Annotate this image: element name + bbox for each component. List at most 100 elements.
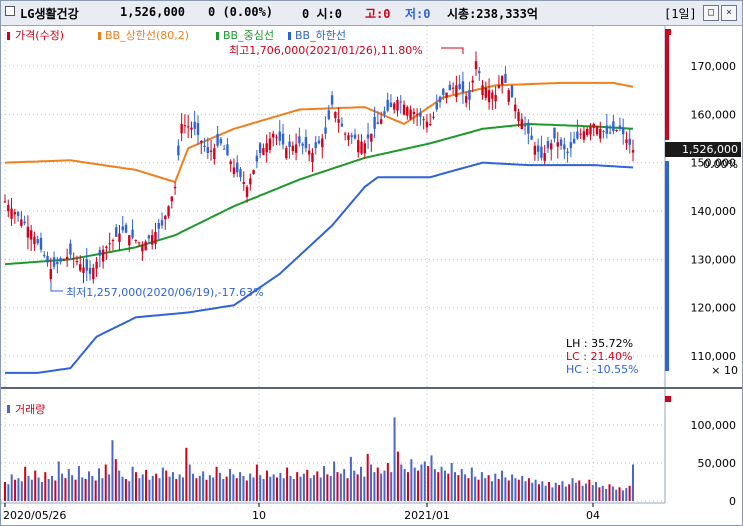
volume-bar [259, 475, 262, 501]
candle-body [566, 151, 569, 153]
candle-body [39, 237, 43, 250]
legend-upper: BB_상한선(80,2) [105, 29, 189, 42]
candle-body [481, 85, 484, 96]
candle-body [406, 107, 409, 116]
candle-body [615, 130, 618, 132]
candle-body [464, 96, 468, 103]
volume-bar [218, 472, 221, 501]
volume-bar [326, 474, 329, 501]
candle-body [491, 92, 494, 99]
volume-bar [386, 463, 389, 501]
candle-body [337, 119, 340, 123]
volume-bar [564, 486, 567, 501]
candle-body [363, 143, 366, 154]
candle-body [543, 153, 546, 161]
candle-body [62, 259, 66, 261]
candle-body [317, 140, 321, 144]
legend-lower-marker [288, 32, 291, 40]
candle-body [500, 75, 504, 85]
candle-body [350, 135, 353, 137]
candle-body [396, 99, 399, 111]
volume-bar [413, 467, 416, 501]
volume-bar [312, 475, 315, 501]
volume-bar [457, 475, 460, 501]
candle-body [26, 226, 30, 238]
candle-body [448, 84, 452, 91]
volume-bar [269, 476, 272, 501]
volume-bar [205, 479, 208, 501]
candle-body [399, 101, 402, 103]
candle-body [177, 145, 180, 156]
volume-bar [17, 478, 20, 501]
candle-body [415, 114, 419, 116]
axis-scroll-top-icon[interactable] [665, 29, 671, 35]
candle-body [193, 121, 196, 129]
candle-body [213, 148, 216, 159]
candle-body [621, 127, 625, 135]
volume-bar [611, 486, 614, 501]
volume-bar [212, 477, 215, 501]
candle-body [386, 99, 389, 111]
volume-bar [101, 478, 104, 501]
volume-bar [400, 464, 403, 501]
volume-bar [4, 482, 6, 501]
candle-body [494, 95, 497, 102]
candle-body [582, 131, 586, 140]
volume-bar [61, 473, 64, 501]
volume-bar [198, 475, 201, 501]
volume-bar [151, 475, 154, 501]
candle-body [36, 239, 39, 244]
volume-bar [517, 479, 520, 501]
volume-bar [477, 479, 480, 501]
candle-body [190, 127, 193, 130]
volume-bar [77, 466, 80, 501]
candle-body [514, 104, 517, 112]
volume-bar [541, 481, 544, 501]
candle-body [265, 143, 268, 153]
candle-body [540, 146, 543, 158]
candle-body [206, 146, 209, 153]
candle-body [536, 145, 540, 152]
volume-bar [366, 453, 369, 501]
volume-bar [433, 469, 436, 501]
volume-bar [202, 471, 205, 501]
candle-body [236, 162, 239, 173]
volume-bar [544, 485, 547, 501]
candle-body [478, 71, 481, 74]
candle-body [69, 243, 72, 255]
volume-bar [71, 475, 74, 501]
candle-body [304, 137, 308, 149]
legend-volume-marker [7, 405, 10, 413]
min-annotation: 최저1,257,000(2020/06/19),-17.63% [66, 286, 264, 299]
candle-body [72, 257, 75, 259]
candle-body [252, 169, 255, 175]
volume-bar [501, 470, 504, 501]
candle-body [242, 182, 245, 185]
candle-body [108, 243, 111, 245]
volume-bar [64, 478, 67, 501]
volume-bar [108, 474, 111, 501]
candle-body [625, 139, 628, 143]
current-price-pct: 0.00% [703, 158, 738, 171]
candle-body [245, 186, 249, 197]
candle-body [52, 257, 56, 267]
volume-bar [417, 470, 420, 501]
candle-body [7, 204, 10, 212]
volume-bar [20, 481, 23, 501]
stock-chart: 170,000160,000150,000140,000130,000120,0… [1, 26, 742, 525]
candle-body [347, 135, 350, 140]
candle-body [262, 148, 265, 155]
candle-body [595, 126, 599, 135]
volume-bar [447, 473, 450, 501]
volume-bar [574, 482, 577, 501]
volume-bar [376, 467, 379, 501]
volume-bar [111, 440, 114, 501]
volume-scroll-top-icon[interactable] [665, 396, 671, 402]
chart-window: LG생활건강 1,526,000 0 (0.00%) 0 시:0 고:0 저:0… [0, 0, 743, 526]
candle-body [49, 269, 52, 280]
candle-body [324, 127, 327, 134]
volume-bar [171, 472, 174, 501]
volume-bar [7, 484, 10, 501]
volume-bar [14, 479, 17, 501]
candle-body [209, 150, 213, 152]
